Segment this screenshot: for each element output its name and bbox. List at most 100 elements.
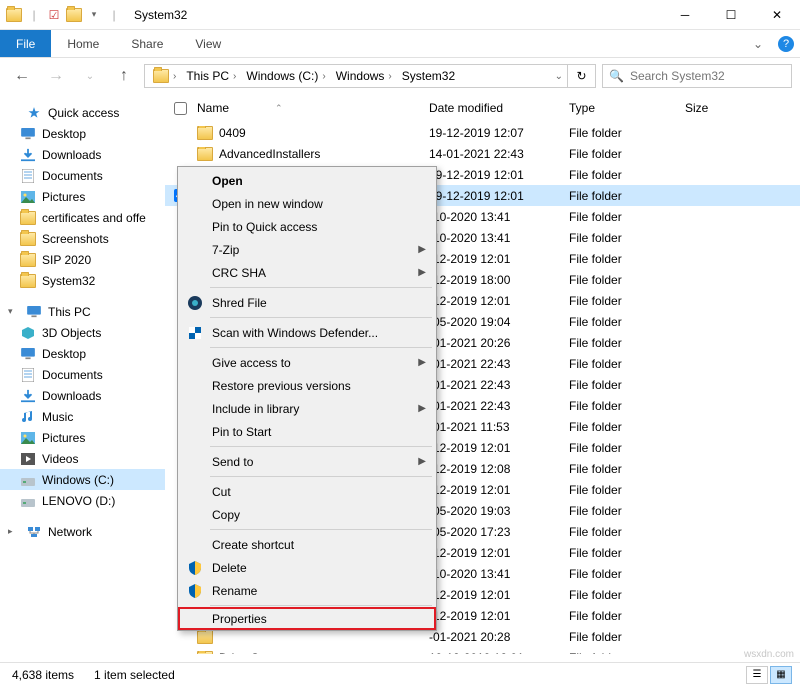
- menu-item[interactable]: Restore previous versions: [180, 374, 434, 397]
- menu-item[interactable]: 7-Zip▶: [180, 238, 434, 261]
- menu-item[interactable]: Pin to Quick access: [180, 215, 434, 238]
- nav-item[interactable]: LENOVO (D:): [0, 490, 165, 511]
- minimize-button[interactable]: ─: [662, 0, 708, 30]
- nav-item[interactable]: certificates and offe: [0, 207, 165, 228]
- file-date: -05-2020 19:04: [423, 315, 563, 329]
- menu-item[interactable]: Properties: [178, 607, 436, 630]
- nav-item[interactable]: Downloads: [0, 385, 165, 406]
- nav-item[interactable]: Windows (C:): [0, 469, 165, 490]
- qat-separator: |: [26, 7, 42, 23]
- column-name[interactable]: Name⌃: [191, 101, 423, 115]
- search-input[interactable]: [630, 69, 785, 83]
- nav-item[interactable]: Quick access: [0, 102, 165, 123]
- menu-item[interactable]: Shred File: [180, 291, 434, 314]
- uac-icon: [186, 559, 204, 577]
- menu-item[interactable]: Scan with Windows Defender...: [180, 321, 434, 344]
- navigation-pane[interactable]: Quick accessDesktopDownloadsDocumentsPic…: [0, 94, 165, 654]
- column-date[interactable]: Date modified: [423, 101, 563, 115]
- nav-item[interactable]: Videos: [0, 448, 165, 469]
- file-date: -01-2021 11:53: [423, 420, 563, 434]
- menu-label: Create shortcut: [212, 538, 294, 552]
- file-date: -10-2020 13:41: [423, 210, 563, 224]
- menu-label: Shred File: [212, 296, 267, 310]
- menu-item[interactable]: CRC SHA▶: [180, 261, 434, 284]
- file-date: 19-12-2019 12:01: [423, 189, 563, 203]
- file-row[interactable]: AdvancedInstallers 14-01-2021 22:43 File…: [165, 143, 800, 164]
- column-size[interactable]: Size: [679, 101, 800, 115]
- file-tab[interactable]: File: [0, 30, 51, 57]
- context-menu: OpenOpen in new window Pin to Quick acces…: [177, 166, 437, 631]
- menu-label: Pin to Start: [212, 425, 271, 439]
- select-all-checkbox[interactable]: [174, 102, 187, 115]
- title-bar: | ☑ ▾ | System32 ─ ☐ ✕: [0, 0, 800, 30]
- file-date: -12-2019 12:01: [423, 546, 563, 560]
- menu-item[interactable]: Open: [180, 169, 434, 192]
- nav-item[interactable]: Pictures: [0, 186, 165, 207]
- crumb-windows[interactable]: Windows›: [332, 69, 396, 83]
- submenu-arrow-icon: ▶: [418, 357, 426, 368]
- help-button[interactable]: ?: [772, 30, 800, 57]
- properties-qat-icon[interactable]: ☑: [46, 7, 62, 23]
- search-box[interactable]: 🔍: [602, 64, 792, 88]
- nav-item[interactable]: ▸Network: [0, 521, 165, 542]
- column-type[interactable]: Type: [563, 101, 679, 115]
- menu-label: Give access to: [212, 356, 291, 370]
- menu-item[interactable]: Include in library▶: [180, 397, 434, 420]
- expand-ribbon-button[interactable]: ⌄: [744, 30, 772, 57]
- nav-item[interactable]: Downloads: [0, 144, 165, 165]
- menu-item[interactable]: Open in new window: [180, 192, 434, 215]
- up-button[interactable]: ↑: [110, 62, 138, 90]
- file-type: File folder: [563, 168, 679, 182]
- tab-share[interactable]: Share: [115, 30, 179, 57]
- refresh-button[interactable]: ↻: [568, 64, 596, 88]
- nav-item[interactable]: 3D Objects: [0, 322, 165, 343]
- menu-item[interactable]: Create shortcut: [180, 533, 434, 556]
- menu-label: Restore previous versions: [212, 379, 351, 393]
- back-button[interactable]: ←: [8, 62, 36, 90]
- file-date: -01-2021 22:43: [423, 378, 563, 392]
- nav-item[interactable]: System32: [0, 270, 165, 291]
- recent-dropdown[interactable]: ⌄: [76, 62, 104, 90]
- menu-item[interactable]: Give access to ▶: [180, 351, 434, 374]
- nav-item[interactable]: Desktop: [0, 123, 165, 144]
- file-row[interactable]: 0409 19-12-2019 12:07 File folder: [165, 122, 800, 143]
- close-button[interactable]: ✕: [754, 0, 800, 30]
- file-date: -12-2019 12:01: [423, 252, 563, 266]
- nav-item[interactable]: ▾This PC: [0, 301, 165, 322]
- nav-item[interactable]: Desktop: [0, 343, 165, 364]
- menu-label: Properties: [212, 612, 267, 626]
- menu-item[interactable]: Pin to Start: [180, 420, 434, 443]
- nav-item[interactable]: Pictures: [0, 427, 165, 448]
- menu-item[interactable]: Delete: [180, 556, 434, 579]
- crumb-thispc[interactable]: This PC›: [182, 69, 240, 83]
- menu-item[interactable]: Rename: [180, 579, 434, 602]
- file-type: File folder: [563, 462, 679, 476]
- maximize-button[interactable]: ☐: [708, 0, 754, 30]
- icons-view-button[interactable]: ▦: [770, 666, 792, 684]
- details-view-button[interactable]: ☰: [746, 666, 768, 684]
- breadcrumb[interactable]: › This PC› Windows (C:)› Windows› System…: [144, 64, 568, 88]
- menu-label: Pin to Quick access: [212, 220, 317, 234]
- nav-item[interactable]: SIP 2020: [0, 249, 165, 270]
- tab-home[interactable]: Home: [51, 30, 115, 57]
- menu-item[interactable]: Copy: [180, 503, 434, 526]
- file-type: File folder: [563, 630, 679, 644]
- qat-dropdown-icon[interactable]: ▾: [86, 7, 102, 23]
- nav-item[interactable]: Documents: [0, 165, 165, 186]
- forward-button[interactable]: →: [42, 62, 70, 90]
- nav-item[interactable]: Screenshots: [0, 228, 165, 249]
- new-folder-qat-icon[interactable]: [66, 7, 82, 23]
- crumb-c[interactable]: Windows (C:)›: [242, 69, 329, 83]
- menu-item[interactable]: Cut: [180, 480, 434, 503]
- crumb-system32[interactable]: System32: [398, 69, 459, 83]
- file-date: -05-2020 19:03: [423, 504, 563, 518]
- nav-item[interactable]: Documents: [0, 364, 165, 385]
- submenu-arrow-icon: ▶: [418, 403, 426, 414]
- file-type: File folder: [563, 399, 679, 413]
- nav-item[interactable]: Music: [0, 406, 165, 427]
- file-type: File folder: [563, 231, 679, 245]
- file-row[interactable]: DriverState 19-12-2019 12:01 File folder: [165, 647, 800, 654]
- breadcrumb-dropdown-icon[interactable]: ⌄: [555, 71, 563, 82]
- menu-item[interactable]: Send to▶: [180, 450, 434, 473]
- tab-view[interactable]: View: [179, 30, 237, 57]
